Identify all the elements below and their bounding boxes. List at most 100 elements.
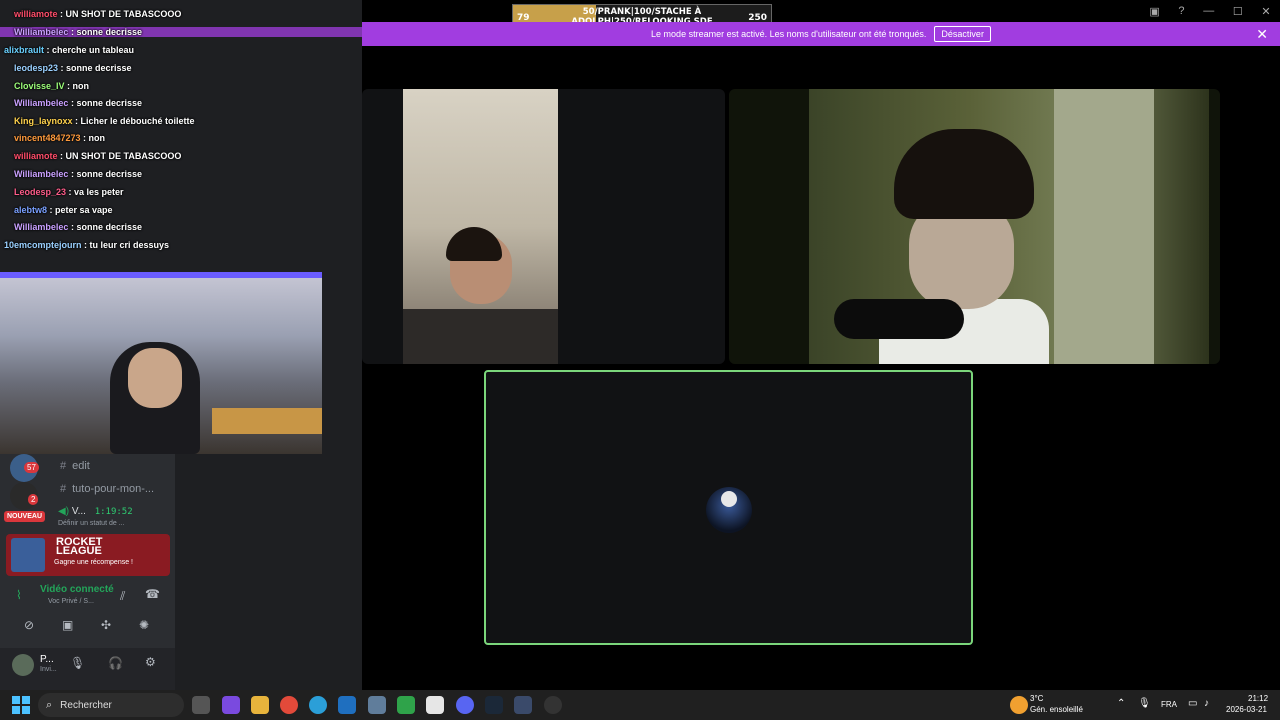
chat-username: Clovisse_IV — [14, 81, 65, 91]
chat-username: alebtw8 — [14, 205, 48, 215]
clock-date: 2026-03-21 — [1226, 705, 1267, 714]
chat-message: alebtw8 : peter sa vape — [14, 205, 113, 215]
inbox-icon[interactable]: ▣ — [1149, 5, 1159, 18]
obs-icon[interactable] — [544, 696, 562, 714]
chat-username: 10emcomptejourn — [4, 240, 82, 250]
avatar[interactable] — [12, 654, 34, 676]
avatar — [706, 487, 752, 533]
voice-user-row[interactable]: ◀) V... 1:19:52 Définir un statut de ... — [58, 506, 168, 527]
video-connected-label: Vidéo connecté — [40, 584, 114, 595]
video-tile-2[interactable] — [729, 89, 1220, 364]
chat-text: : peter sa vape — [47, 205, 113, 215]
screen-share-icon[interactable]: ▣ — [62, 618, 73, 632]
chat-username: vincent4847273 — [14, 133, 81, 143]
banner-message: Le mode streamer est activé. Les noms d'… — [651, 29, 927, 39]
promo-logo: ROCKET LEAGUE — [56, 536, 103, 557]
clock-time: 21:12 — [1248, 694, 1269, 703]
chat-message: Williambelec : sonne decrisse — [14, 169, 142, 179]
led-strip — [0, 272, 322, 278]
speaker-icon: ◀) — [58, 506, 70, 517]
chat-text: : sonne decrisse — [68, 222, 142, 232]
microphone-icon[interactable]: 🎙 — [1138, 698, 1151, 709]
video-tile-speaking[interactable] — [484, 370, 973, 645]
channel-item-edit[interactable]: # edit — [60, 460, 90, 472]
user-status: Invi... — [40, 666, 57, 673]
gear-icon[interactable]: ⚙ — [145, 655, 156, 669]
settings-icon[interactable] — [368, 696, 386, 714]
participant-shirt — [403, 309, 558, 364]
chat-text: : UN SHOT DE TABASCOOO — [57, 151, 182, 161]
chat-username: williamote — [14, 151, 58, 161]
activities-icon[interactable]: ✣ — [101, 618, 111, 632]
chat-message: williamote : UN SHOT DE TABASCOOO — [14, 151, 181, 161]
microphone — [834, 299, 964, 339]
chat-text: : cherche un tableau — [44, 45, 135, 55]
disable-streamer-mode-button[interactable]: Désactiver — [934, 26, 991, 42]
signal-icon: ⌇ — [16, 588, 22, 602]
chat-message: alixbrault : cherche un tableau — [4, 45, 134, 55]
unread-badge: 57 — [24, 462, 39, 473]
chat-text: : sonne decrisse — [68, 169, 142, 179]
app-icon[interactable] — [514, 696, 532, 714]
voice-status: Définir un statut de ... — [58, 520, 125, 527]
chat-username: alixbrault — [4, 45, 45, 55]
desk — [212, 408, 322, 434]
xbox-icon[interactable] — [397, 696, 415, 714]
video-tile-1[interactable] — [362, 89, 725, 364]
weather-icon[interactable] — [1010, 696, 1028, 714]
streamer-face — [128, 348, 182, 408]
camera-off-icon[interactable]: ⊘ — [24, 618, 34, 632]
soundboard-icon[interactable]: ✺ — [139, 618, 149, 632]
chat-text: : sonne decrisse — [68, 27, 142, 37]
promo-thumbnail — [11, 538, 45, 572]
streamer-mode-banner: Le mode streamer est activé. Les noms d'… — [362, 22, 1280, 46]
weather-temp: 3°C — [1030, 694, 1044, 703]
close-icon[interactable]: ✕ — [1261, 5, 1270, 18]
maximize-icon[interactable]: ☐ — [1233, 5, 1243, 18]
chat-text: : UN SHOT DE TABASCOOO — [57, 9, 182, 19]
search-input[interactable]: ⌕ Rechercher — [38, 693, 184, 717]
voice-channel-label[interactable]: Voc Privé / S... — [48, 598, 94, 605]
channel-item-tuto[interactable]: # tuto-pour-mon-... — [60, 483, 154, 495]
chat-username: King_laynoxx — [14, 116, 73, 126]
chrome-icon[interactable] — [280, 696, 298, 714]
chat-username: Williambelec — [14, 222, 69, 232]
chevron-up-icon[interactable]: ⌃ — [1117, 698, 1125, 709]
microphone-icon[interactable]: 🎙 — [70, 656, 85, 670]
chat-username: Williambelec — [14, 27, 69, 37]
chat-message: Clovisse_IV : non — [14, 81, 89, 91]
chat-text: : Licher le débouché toilette — [72, 116, 195, 126]
network-icon[interactable]: ▭ — [1188, 698, 1197, 709]
chat-message: King_laynoxx : Licher le débouché toilet… — [14, 116, 195, 126]
chat-text: : sonne decrisse — [58, 63, 132, 73]
chat-text: : non — [64, 81, 90, 91]
minimize-icon[interactable]: — — [1203, 5, 1214, 17]
volume-icon[interactable]: ♪ — [1204, 698, 1209, 709]
copilot-icon[interactable] — [222, 696, 240, 714]
close-icon[interactable]: ✕ — [1256, 26, 1268, 43]
outlook-icon[interactable] — [338, 696, 356, 714]
discord-icon[interactable] — [456, 696, 474, 714]
chat-username: Williambelec — [14, 98, 69, 108]
file-explorer-icon[interactable] — [251, 696, 269, 714]
headphones-icon[interactable]: 🎧 — [108, 656, 123, 670]
chat-message: Leodesp_23 : va les peter — [14, 187, 124, 197]
rocket-league-promo[interactable]: ROCKET LEAGUE Gagne une récompense ! — [6, 534, 170, 576]
window-titlebar: ▣ ? — ☐ ✕ — [1140, 0, 1280, 22]
hash-icon: # — [60, 460, 67, 472]
steam-icon[interactable] — [485, 696, 503, 714]
store-icon[interactable] — [426, 696, 444, 714]
search-icon: ⌕ — [46, 698, 53, 711]
edge-icon[interactable] — [309, 696, 327, 714]
help-icon[interactable]: ? — [1178, 5, 1184, 17]
chat-username: Leodesp_23 — [14, 187, 67, 197]
chat-message: 10emcomptejourn : tu leur cri dessuys — [4, 240, 169, 250]
chat-text: : non — [80, 133, 106, 143]
hash-icon: # — [60, 483, 67, 495]
noise-suppression-icon[interactable]: ⫽ — [120, 589, 125, 604]
weather-desc: Gén. ensoleillé — [1030, 705, 1083, 714]
disconnect-icon[interactable]: ☎ — [145, 587, 160, 601]
language-indicator[interactable]: FRA — [1161, 700, 1177, 709]
task-view-icon[interactable] — [192, 696, 210, 714]
windows-start-icon[interactable] — [12, 696, 30, 714]
